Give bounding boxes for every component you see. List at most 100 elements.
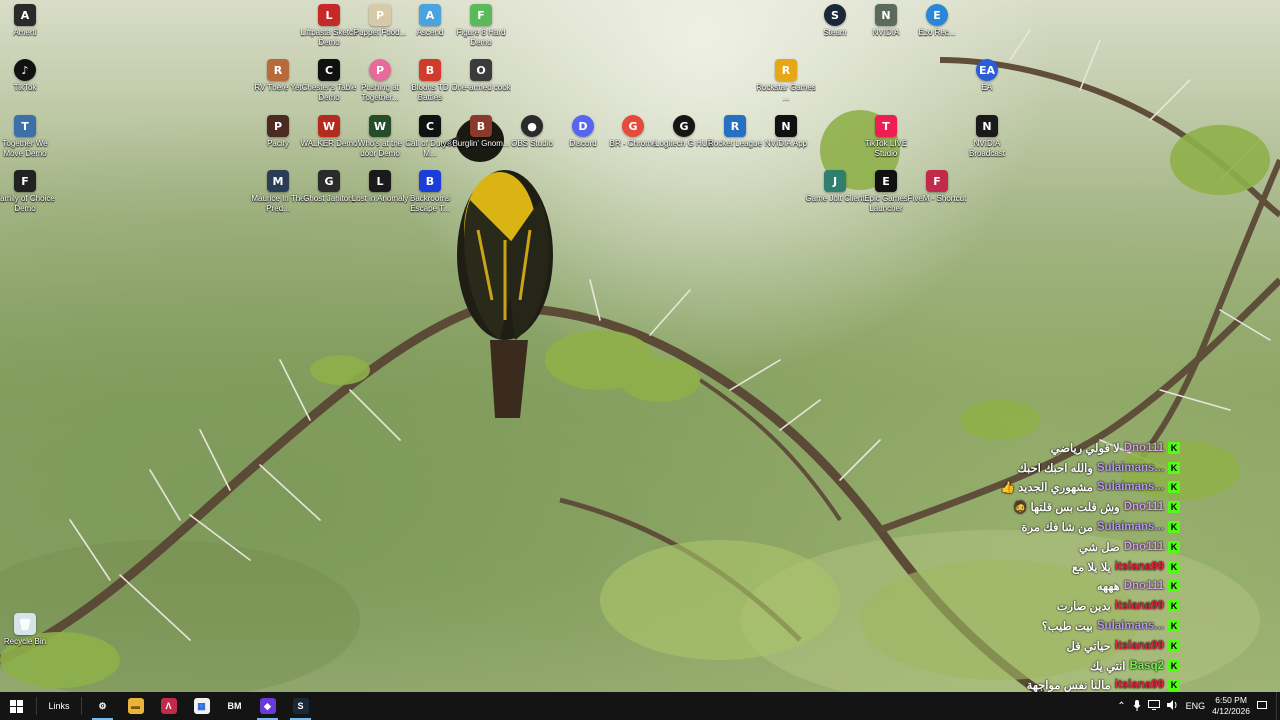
- kick-badge-icon: K: [1168, 560, 1180, 573]
- clock[interactable]: 6:50 PM 4/12/2026: [1212, 695, 1250, 717]
- taskbar-app-app6[interactable]: ◆: [251, 692, 284, 720]
- explorer-icon: ▬: [127, 698, 144, 714]
- kick-badge-icon: K: [1168, 461, 1180, 474]
- desktop-icon-tiktoklive[interactable]: T TikTok LIVE Studio: [856, 115, 916, 159]
- desktop-icon-label: Together We Move Demo: [2, 139, 48, 158]
- desktop-icon-together[interactable]: T Together We Move Demo: [0, 115, 55, 159]
- chat-message-text: بدين صارت: [1056, 601, 1111, 614]
- desktop-icon-figure[interactable]: F Figure 8 Hard Demo: [451, 4, 511, 48]
- desktop-icon-rockstar[interactable]: R Rockstar Games ...: [756, 59, 816, 103]
- taskbar-app-fivem[interactable]: Λ: [152, 692, 185, 720]
- chat-message: بيت طيب؟ Sulaimans... K: [1042, 616, 1180, 636]
- chat-message: وش قلت بس قلتها 🧔 Dno111 K: [1013, 497, 1180, 517]
- chat-username: Sulaimans...: [1096, 620, 1164, 633]
- chat-username: itslana99: [1114, 600, 1164, 613]
- taskbar-app-steelseries[interactable]: ⚙: [86, 692, 119, 720]
- maurice-icon: M: [267, 170, 289, 192]
- steelseries-icon: ⚙: [94, 698, 111, 714]
- chat-message: والله احبك احبك Sulaimans... K: [1017, 458, 1180, 478]
- desktop-icon-label: One-armed cook: [451, 83, 511, 92]
- taskbar-app-bm[interactable]: BM: [218, 692, 251, 720]
- amerti-icon: A: [14, 4, 36, 26]
- tiktok-icon: ♪: [14, 59, 36, 81]
- chat-username: itslana99: [1114, 639, 1164, 652]
- input-language[interactable]: ENG: [1186, 701, 1206, 711]
- onearmed-icon: O: [470, 59, 492, 81]
- stream-chat-overlay: لا قولي رياضي Dno111 K والله احبك احبك Sulai…: [920, 438, 1180, 715]
- clock-time: 6:50 PM: [1215, 695, 1247, 705]
- desktop-icon-backrooms[interactable]: B Backrooms Escape T...: [400, 170, 460, 214]
- taskbar-pinned-apps: ⚙ ▬ Λ ▦ BM ◆ S: [86, 692, 317, 720]
- kick-badge-icon: K: [1168, 580, 1180, 593]
- chat-message-text: انتي يك: [1089, 660, 1126, 673]
- chat-message: بدين صارت itslana99 K: [1057, 596, 1180, 616]
- desktop-icon-recycle[interactable]: 🗑 Recycle Bin: [0, 613, 55, 647]
- desktop-icon-tiktok[interactable]: ♪ TikTok: [0, 59, 55, 93]
- chat-message-text: يلا يلا مع: [1071, 561, 1111, 574]
- chat-message: يلا يلا مع itslana99 K: [1072, 557, 1180, 577]
- chat-message-text: وش قلت بس قلتها 🧔: [1012, 502, 1120, 515]
- chat-username: itslana99: [1114, 679, 1164, 692]
- desktop-icon-label: Figure 8 Hard Demo: [456, 28, 506, 47]
- chesters-icon: C: [318, 59, 340, 81]
- figure-icon: F: [470, 4, 492, 26]
- chat-message: مشهوري الجديد 👍 Sulaimans... K: [1001, 478, 1180, 498]
- lostanomaly-icon: L: [369, 170, 391, 192]
- chat-message: انتي يك Basq2 K: [1090, 656, 1180, 676]
- gamejolt-icon: J: [824, 170, 846, 192]
- desktop-icon-nvidiaapp[interactable]: N NVIDIA App: [756, 115, 816, 149]
- rocketleague-icon: R: [724, 115, 746, 137]
- kick-badge-icon: K: [1168, 441, 1180, 454]
- cod-icon: C: [419, 115, 441, 137]
- chat-message-text: مالنا نفس مواجهة: [1026, 680, 1111, 693]
- network-icon[interactable]: [1147, 700, 1160, 712]
- store-icon: ▦: [193, 698, 210, 714]
- desktop-icon-nvidiabroadcast[interactable]: N NVIDIA Broadcast: [957, 115, 1017, 159]
- pacify-icon: P: [267, 115, 289, 137]
- notification-icon[interactable]: [1257, 692, 1269, 720]
- start-button[interactable]: [0, 692, 32, 720]
- tiktoklive-icon: T: [875, 115, 897, 137]
- volume-icon[interactable]: [1166, 700, 1179, 712]
- desktop-icon-fivem[interactable]: F FiveM - Shortcut: [907, 170, 967, 204]
- taskbar-app-steam[interactable]: S: [284, 692, 317, 720]
- system-tray: ⌃ ENG 6:50 PM 4/12/2026: [1117, 692, 1280, 720]
- chevron-up-icon[interactable]: ⌃: [1117, 701, 1125, 712]
- chat-message-text: بيت طيب؟: [1041, 621, 1093, 634]
- taskbar-app-store[interactable]: ▦: [185, 692, 218, 720]
- bloons-icon: B: [419, 59, 441, 81]
- rockstar-icon: R: [775, 59, 797, 81]
- microphone-icon[interactable]: [1133, 699, 1141, 713]
- desktop-icon-ezorecorder[interactable]: E Ezo Rec...: [907, 4, 967, 38]
- chat-message-text: والله احبك احبك: [1017, 462, 1093, 475]
- desktop-icon-label: EA: [981, 83, 993, 92]
- chat-message-text: هههه: [1096, 581, 1120, 594]
- desktop-icon-label: FiveM - Shortcut: [907, 194, 967, 203]
- desktop-icon-label: NVIDIA App: [764, 139, 808, 148]
- bm-icon: BM: [226, 698, 243, 714]
- nvidiaapp-icon: N: [775, 115, 797, 137]
- nvidiafolder-icon: N: [875, 4, 897, 26]
- steam-icon: S: [824, 4, 846, 26]
- desktop-icon-ea[interactable]: EA EA: [957, 59, 1017, 93]
- kick-badge-icon: K: [1168, 659, 1180, 672]
- fivem-icon: F: [926, 170, 948, 192]
- discord-icon: D: [572, 115, 594, 137]
- taskbar-app-explorer[interactable]: ▬: [119, 692, 152, 720]
- desktop-icon-onearmed[interactable]: O One-armed cook: [451, 59, 511, 93]
- together-icon: T: [14, 115, 36, 137]
- chat-message: حياتي قل itslana99 K: [1066, 636, 1180, 656]
- show-desktop-button[interactable]: [1276, 692, 1280, 720]
- chat-username: Basq2: [1129, 659, 1164, 672]
- kick-badge-icon: K: [1168, 600, 1180, 613]
- chat-message-text: حياتي قل: [1066, 640, 1111, 653]
- puppet-icon: P: [369, 4, 391, 26]
- desktop-icon-amerti[interactable]: A Amerti: [0, 4, 55, 38]
- chat-username: Dno111: [1123, 501, 1164, 514]
- chat-username: Sulaimans...: [1096, 481, 1164, 494]
- fivem-icon: Λ: [160, 698, 177, 714]
- liftpasta-icon: L: [318, 4, 340, 26]
- desktop-icon-familychoice[interactable]: F Family of Choice Demo: [0, 170, 55, 214]
- links-toolbar[interactable]: Links: [41, 692, 77, 720]
- chat-message: من شا فك مرة Sulaimans... K: [1022, 517, 1180, 537]
